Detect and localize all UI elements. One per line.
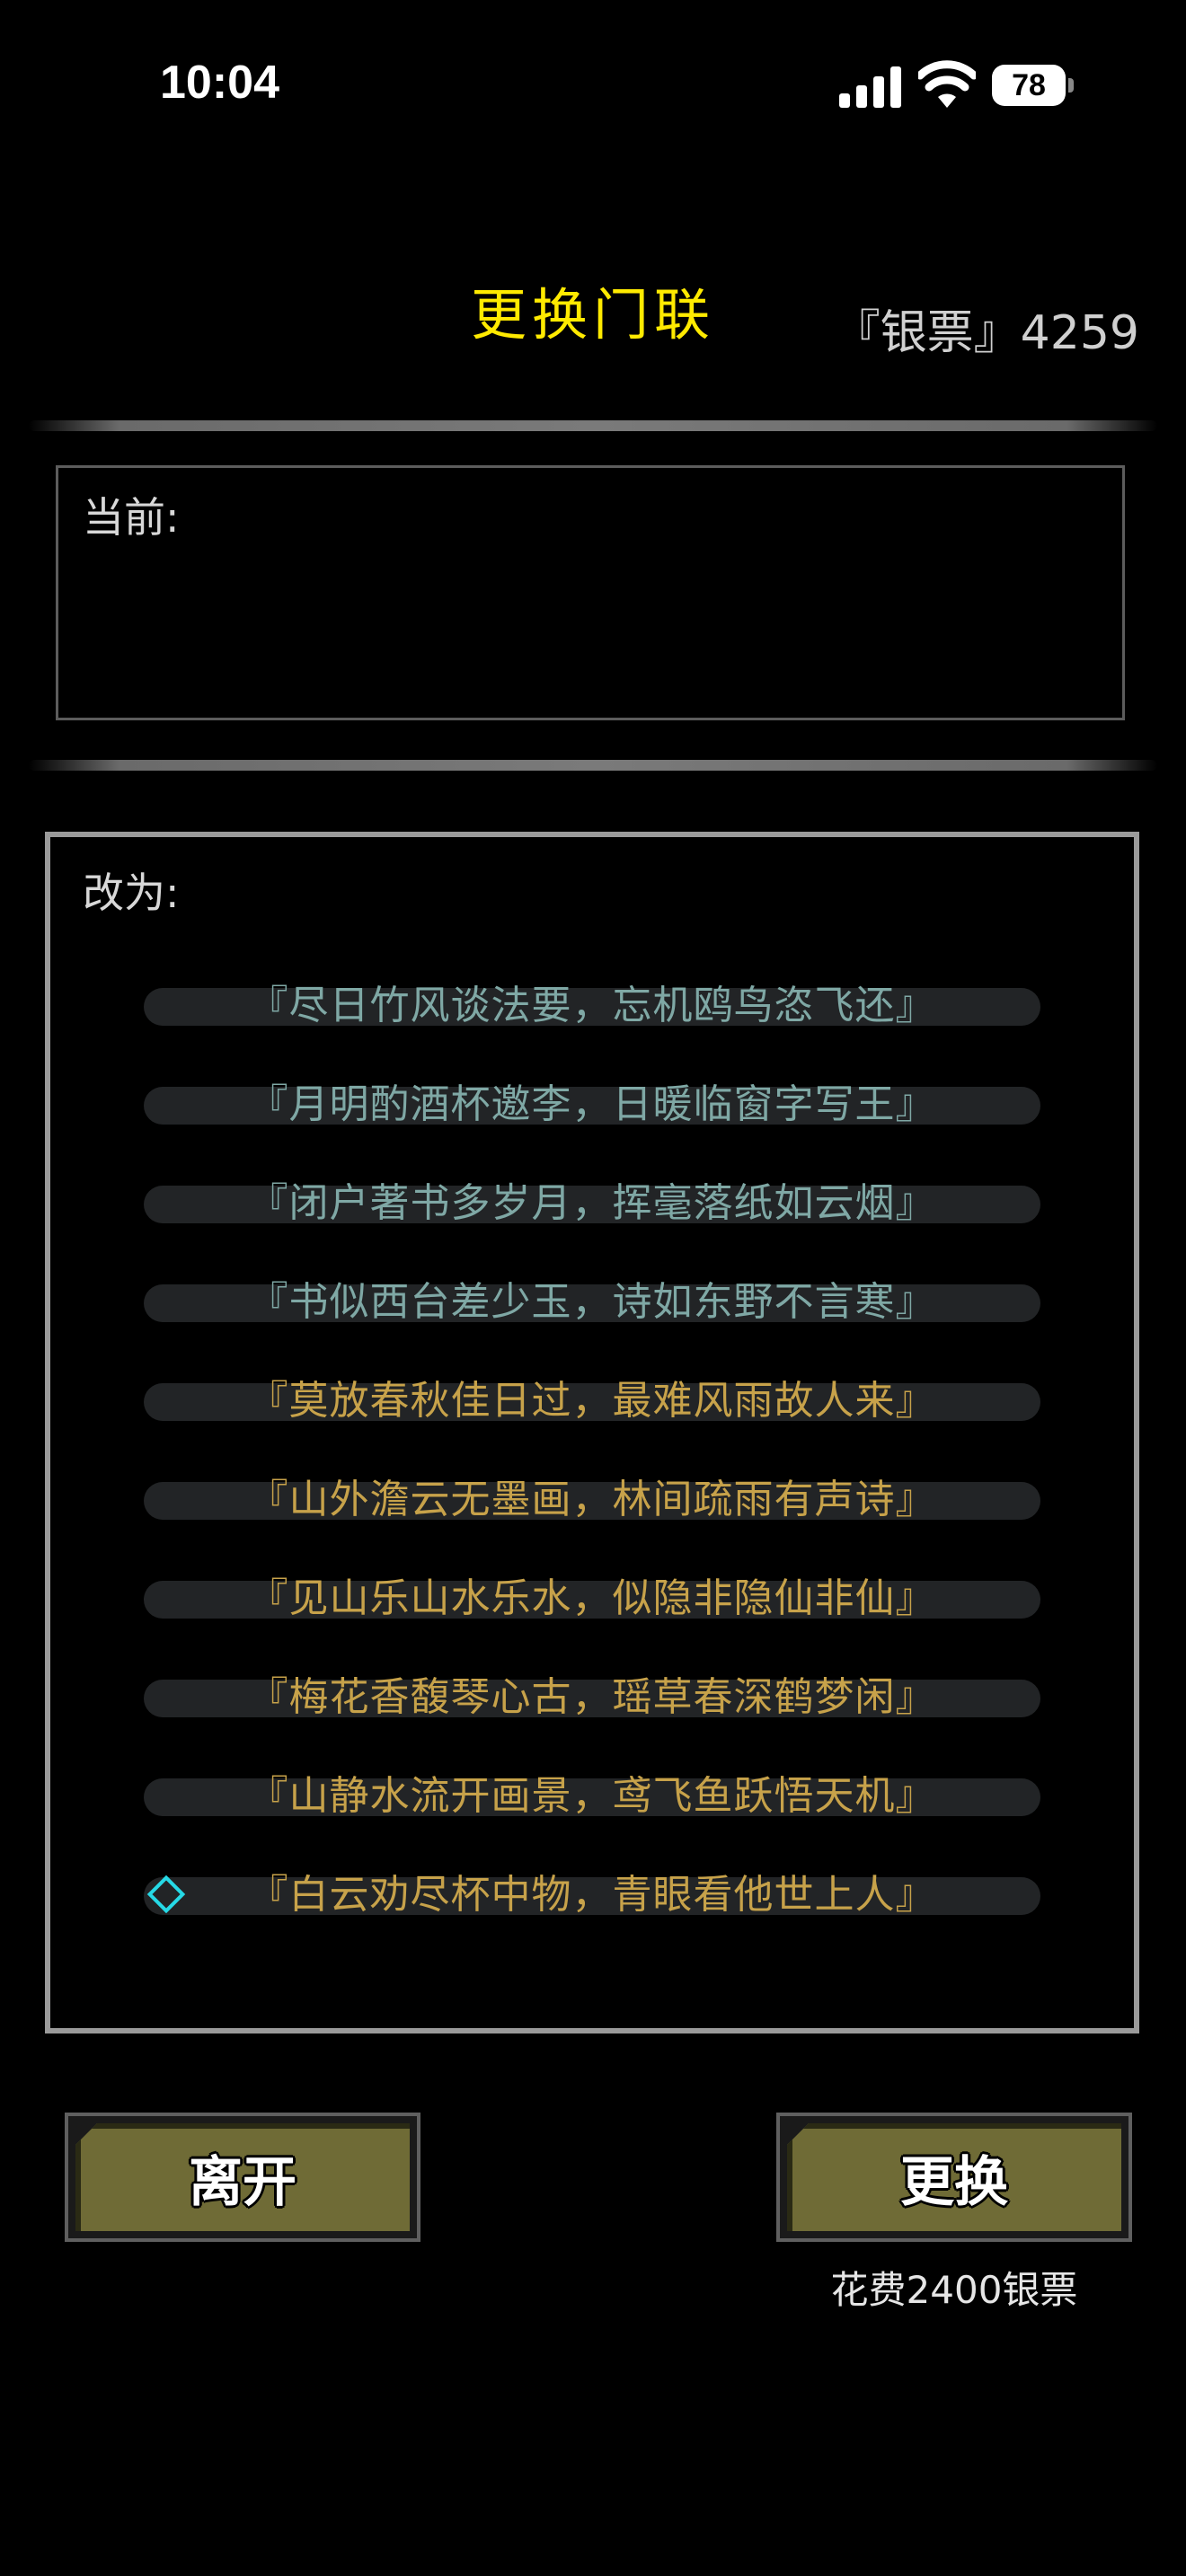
couplet-option[interactable]: 『梅花香馥琴心古，瑶草春深鹤梦闲』 [144,1674,1040,1720]
battery-icon: 78 [992,65,1075,106]
couplet-option-text: 『梅花香馥琴心古，瑶草春深鹤梦闲』 [248,1674,936,1720]
couplet-option[interactable]: 『闭户著书多岁月，挥毫落纸如云烟』 [144,1180,1040,1226]
couplet-option-text: 『闭户著书多岁月，挥毫落纸如云烟』 [248,1180,936,1226]
cellular-signal-icon [839,66,901,108]
wifi-icon [918,60,976,108]
couplet-option-text: 『山外澹云无墨画，林间疏雨有声诗』 [248,1477,936,1522]
leave-button-label: 离开 [189,2150,296,2214]
couplet-option[interactable]: 『山静水流开画景，鸢飞鱼跃悟天机』 [144,1773,1040,1819]
couplet-option-text: 『月明酌酒杯邀李，日暖临窗字写王』 [248,1081,936,1127]
cost-label: 花费2400银票 [830,2268,1078,2312]
currency-display: 『银票』4259 [833,306,1139,360]
change-button[interactable]: 更换 [776,2113,1132,2242]
status-time: 10:04 [160,57,279,109]
divider [29,420,1157,431]
divider [29,760,1157,771]
current-couplet-panel [56,465,1125,720]
leave-button[interactable]: 离开 [65,2113,420,2242]
couplet-option-text: 『白云劝尽杯中物，青眼看他世上人』 [248,1872,936,1918]
battery-level: 78 [1012,68,1046,102]
couplet-option-text: 『见山乐山水乐水，似隐非隐仙非仙』 [248,1575,936,1621]
couplet-option[interactable]: 『见山乐山水乐水，似隐非隐仙非仙』 [144,1575,1040,1621]
change-button-label: 更换 [900,2150,1008,2214]
couplet-option[interactable]: 『山外澹云无墨画，林间疏雨有声诗』 [144,1477,1040,1522]
options-label: 改为: [83,869,180,917]
couplet-option[interactable]: 『莫放春秋佳日过，最难风雨故人来』 [144,1378,1040,1424]
current-label: 当前: [83,493,180,542]
couplet-option-text: 『书似西台差少玉，诗如东野不言寒』 [248,1279,936,1325]
couplet-option[interactable]: 『尽日竹风谈法要，忘机鸥鸟恣飞还』 [144,983,1040,1028]
couplet-option-text: 『莫放春秋佳日过，最难风雨故人来』 [248,1378,936,1424]
couplet-option[interactable]: 『书似西台差少玉，诗如东野不言寒』 [144,1279,1040,1325]
couplet-option-text: 『尽日竹风谈法要，忘机鸥鸟恣飞还』 [248,983,936,1028]
couplet-option[interactable]: 『月明酌酒杯邀李，日暖临窗字写王』 [144,1081,1040,1127]
couplet-option-selected[interactable]: 『白云劝尽杯中物，青眼看他世上人』 [144,1872,1040,1918]
couplet-option-text: 『山静水流开画景，鸢飞鱼跃悟天机』 [248,1773,936,1819]
